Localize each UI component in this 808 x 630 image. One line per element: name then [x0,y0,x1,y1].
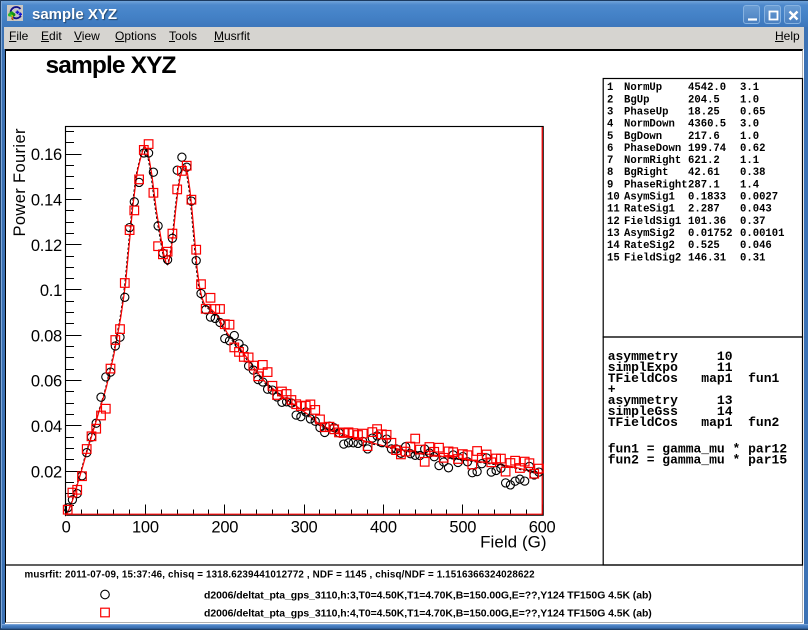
svg-text:3.1: 3.1 [740,82,759,94]
svg-text:Field (G): Field (G) [480,533,547,552]
svg-text:BgDown: BgDown [624,131,662,143]
svg-text:0.16: 0.16 [31,146,62,164]
svg-text:0.12: 0.12 [31,237,62,255]
svg-text:RateSig2: RateSig2 [624,240,675,252]
svg-text:14: 14 [607,240,620,252]
svg-text:100: 100 [132,519,159,537]
svg-text:300: 300 [291,519,318,537]
svg-text:4: 4 [607,119,614,131]
svg-text:0.1833: 0.1833 [688,192,726,204]
svg-text:FieldSig1: FieldSig1 [624,216,681,228]
svg-text:6: 6 [607,143,613,155]
svg-text:RateSig1: RateSig1 [624,204,675,216]
svg-text:7: 7 [607,155,613,167]
svg-text:287.1: 287.1 [688,179,720,191]
svg-text:AsymSig1: AsymSig1 [624,192,675,204]
svg-text:0.525: 0.525 [688,240,720,252]
svg-text:0.0027: 0.0027 [740,192,778,204]
svg-text:1.0: 1.0 [740,131,759,143]
svg-text:BgUp: BgUp [624,94,649,106]
svg-text:0.08: 0.08 [31,327,62,345]
svg-text:d2006/deltat_pta_gps_3110,h:4,: d2006/deltat_pta_gps_3110,h:4,T0=4.50K,T… [204,608,652,619]
svg-text:NormUp: NormUp [624,82,662,94]
svg-text:0.65: 0.65 [740,107,765,119]
svg-text:400: 400 [370,519,397,537]
svg-text:PhaseUp: PhaseUp [624,107,669,119]
svg-text:146.31: 146.31 [688,252,726,264]
svg-text:101.36: 101.36 [688,216,726,228]
svg-text:0.06: 0.06 [31,373,62,391]
svg-text:TFieldCos map1 fun2: TFieldCos map1 fun2 [608,415,780,430]
svg-text:0.1: 0.1 [40,282,62,300]
svg-text:0.37: 0.37 [740,216,765,228]
svg-text:3: 3 [607,107,613,119]
svg-text:8: 8 [607,167,613,179]
svg-text:0.043: 0.043 [740,204,772,216]
svg-text:204.5: 204.5 [688,94,720,106]
svg-text:621.2: 621.2 [688,155,720,167]
svg-text:FieldSig2: FieldSig2 [624,252,681,264]
svg-text:1.0: 1.0 [740,94,759,106]
svg-text:10: 10 [607,192,620,204]
svg-text:0.38: 0.38 [740,167,765,179]
svg-text:200: 200 [211,519,238,537]
svg-text:4542.0: 4542.0 [688,82,726,94]
svg-text:13: 13 [607,228,620,240]
svg-text:NormDown: NormDown [624,119,675,131]
svg-text:AsymSig2: AsymSig2 [624,228,675,240]
svg-text:musrfit: 2011-07-09, 15:37:46,: musrfit: 2011-07-09, 15:37:46, chisq = 1… [25,569,536,580]
svg-text:1: 1 [607,82,613,94]
svg-text:15: 15 [607,252,620,264]
svg-text:18.25: 18.25 [688,107,720,119]
svg-text:9: 9 [607,179,613,191]
svg-text:12: 12 [607,216,620,228]
svg-text:1.1: 1.1 [740,155,759,167]
svg-text:217.6: 217.6 [688,131,720,143]
svg-text:TFieldCos map1 fun1: TFieldCos map1 fun1 [608,371,780,386]
svg-text:2.287: 2.287 [688,204,720,216]
svg-text:0.62: 0.62 [740,143,765,155]
svg-text:42.61: 42.61 [688,167,720,179]
svg-text:NormRight: NormRight [624,155,681,167]
svg-text:BgRight: BgRight [624,167,669,179]
svg-text:0.01752: 0.01752 [688,228,733,240]
svg-text:2: 2 [607,94,613,106]
svg-text:PhaseDown: PhaseDown [624,143,681,155]
svg-text:0.14: 0.14 [31,192,62,210]
svg-text:1.4: 1.4 [740,179,760,191]
svg-text:fun2 = gamma_mu * par15: fun2 = gamma_mu * par15 [608,452,788,467]
svg-text:Power Fourier: Power Fourier [11,128,29,237]
svg-text:0: 0 [62,519,71,537]
svg-text:PhaseRight: PhaseRight [624,179,688,191]
svg-text:0.02: 0.02 [31,463,62,481]
svg-text:3.0: 3.0 [740,119,759,131]
svg-text:d2006/deltat_pta_gps_3110,h:3,: d2006/deltat_pta_gps_3110,h:3,T0=4.50K,T… [204,590,652,601]
svg-text:5: 5 [607,131,613,143]
svg-text:sample XYZ: sample XYZ [46,52,177,79]
svg-text:0.046: 0.046 [740,240,772,252]
svg-text:199.74: 199.74 [688,143,727,155]
svg-text:4360.5: 4360.5 [688,119,726,131]
svg-text:500: 500 [449,519,476,537]
svg-text:0.00101: 0.00101 [740,228,785,240]
svg-text:11: 11 [607,204,620,216]
svg-text:0.31: 0.31 [740,252,765,264]
svg-text:0.04: 0.04 [31,418,62,436]
